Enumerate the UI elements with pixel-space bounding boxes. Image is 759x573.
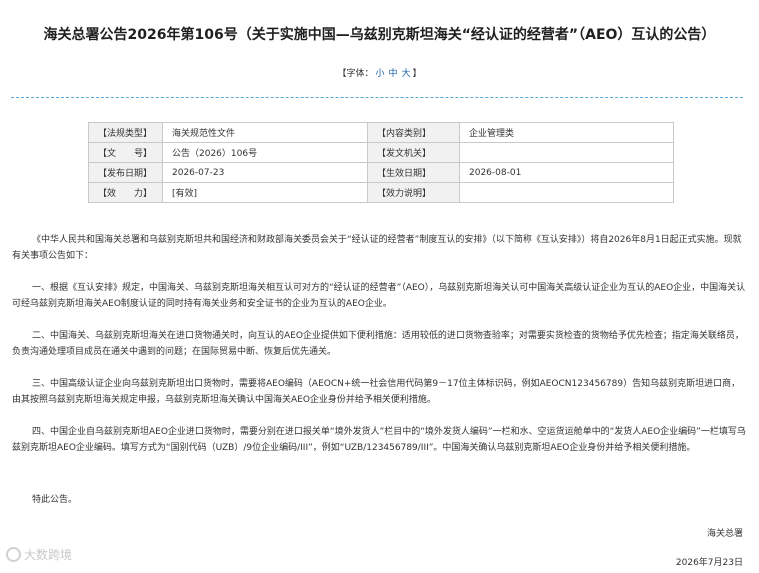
meta-label: 【法规类型】 — [88, 122, 163, 143]
table-row: 【文 号】 公告（2026）106号 【发文机关】 — [88, 142, 674, 163]
table-row: 【法规类型】 海关规范性文件 【内容类别】 企业管理类 — [88, 122, 674, 143]
meta-label: 【发布日期】 — [88, 162, 163, 183]
meta-label: 【发文机关】 — [367, 142, 460, 163]
meta-label: 【内容类别】 — [367, 122, 460, 143]
meta-value: 海关规范性文件 — [162, 122, 368, 143]
font-size-suffix: 】 — [412, 69, 422, 79]
meta-value — [459, 182, 674, 203]
font-size-small-link[interactable]: 小 — [375, 69, 384, 79]
font-size-large-link[interactable]: 大 — [402, 69, 411, 79]
page-title: 海关总署公告2026年第106号（关于实施中国—乌兹别克斯坦海关“经认证的经营者… — [43, 27, 716, 43]
meta-label: 【文 号】 — [88, 142, 163, 163]
watermark-text: 大数跨境 — [24, 548, 73, 562]
body-paragraph-4: 四、中国企业自乌兹别克斯坦AEO企业进口货物时，需要分别在进口报关单“境外发货人… — [12, 427, 746, 453]
font-size-prefix: 【字体： — [337, 69, 374, 79]
meta-label: 【生效日期】 — [367, 162, 460, 183]
body-paragraph-2: 二、中国海关、乌兹别克斯坦海关在进口货物通关时，向互认的AEO企业提供如下便利措… — [12, 331, 744, 357]
meta-label: 【效 力】 — [88, 182, 163, 203]
watermark-logo-icon — [6, 547, 21, 562]
body-paragraph-closing: 特此公告。 — [32, 495, 78, 505]
metadata-table: 【法规类型】 海关规范性文件 【内容类别】 企业管理类 【文 号】 公告（202… — [88, 122, 674, 203]
body-paragraph-1: 一、根据《互认安排》规定，中国海关、乌兹别克斯坦海关相互认可对方的“经认证的经营… — [12, 283, 746, 309]
issuer-signature: 海关总署 — [706, 529, 743, 539]
font-size-switcher: 【字体：小中大】 — [0, 66, 759, 79]
header-divider — [11, 97, 743, 98]
meta-label: 【效力说明】 — [367, 182, 460, 203]
meta-value: 2026-07-23 — [162, 162, 368, 183]
issue-date: 2026年7月23日 — [675, 558, 743, 568]
font-size-medium-link[interactable]: 中 — [388, 69, 397, 79]
table-row: 【效 力】 [有效] 【效力说明】 — [88, 182, 674, 203]
meta-value — [459, 142, 674, 163]
body-paragraph-intro: 《中华人民共和国海关总署和乌兹别克斯坦共和国经济和财政部海关委员会关于“经认证的… — [12, 235, 742, 261]
watermark: 大数跨境 — [6, 546, 72, 563]
meta-value: 企业管理类 — [459, 122, 674, 143]
meta-value: 公告（2026）106号 — [162, 142, 368, 163]
meta-value: [有效] — [162, 182, 368, 203]
meta-value: 2026-08-01 — [459, 162, 674, 183]
table-row: 【发布日期】 2026-07-23 【生效日期】 2026-08-01 — [88, 162, 674, 183]
body-paragraph-3: 三、中国高级认证企业向乌兹别克斯坦出口货物时，需要将AEO编码（AEOCN+统一… — [12, 379, 741, 405]
